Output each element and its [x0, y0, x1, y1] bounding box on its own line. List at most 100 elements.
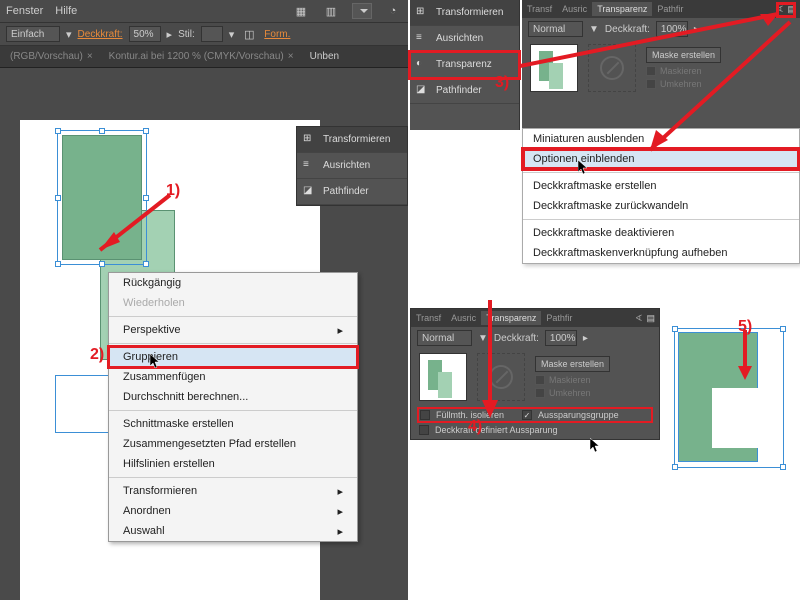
invert-checkbox: Umkehren: [535, 388, 610, 398]
menubar: Fenster Hilfe ▦ ▥ ◔: [0, 0, 408, 22]
make-mask-button[interactable]: Maske erstellen: [646, 47, 721, 63]
menu-hilfe[interactable]: Hilfe: [55, 5, 77, 17]
opacity-label: Deckkraft:: [605, 24, 650, 35]
control-bar: Einfach ▾ Deckkraft: 50% ▸ Stil: ▾ ◫ For…: [0, 22, 408, 46]
pathfinder-icon: ◪: [303, 185, 317, 199]
make-mask-button[interactable]: Maske erstellen: [535, 356, 610, 372]
panel-row-transparenz[interactable]: ◐ Transparenz: [410, 52, 519, 78]
flyout-show-options[interactable]: Optionen einblenden: [523, 149, 799, 169]
transparency-icon: ◐: [416, 58, 430, 72]
ctx-group[interactable]: Gruppieren: [109, 347, 357, 367]
flyout-make-mask[interactable]: Deckkraftmaske erstellen: [523, 176, 799, 196]
style-label: Stil:: [178, 29, 195, 40]
document-tabs: (RGB/Vorschau)× Kontur.ai bei 1200 % (CM…: [0, 46, 408, 68]
flyout-unlink-mask[interactable]: Deckkraftmaskenverknüpfung aufheben: [523, 243, 799, 263]
clip-checkbox: Maskieren: [646, 66, 721, 76]
tab-transf[interactable]: Transf: [522, 2, 557, 16]
tab-transparenz[interactable]: Transparenz: [481, 311, 541, 325]
gauge-icon[interactable]: ◔: [384, 2, 402, 20]
opacity-field[interactable]: 50%: [129, 26, 161, 42]
align-icon[interactable]: ◫: [240, 25, 258, 43]
panel-tabs-2: Transf Ausric Transparenz Pathfir ∢ ▤: [411, 309, 659, 327]
transform-icon: ⊞: [303, 133, 317, 147]
ctx-transform[interactable]: Transformieren: [109, 481, 357, 501]
tab-transf[interactable]: Transf: [411, 311, 446, 325]
align-icon: ≡: [303, 159, 317, 173]
ctx-undo[interactable]: Rückgängig: [109, 273, 357, 293]
isolate-blending-checkbox[interactable]: [420, 410, 430, 420]
no-mask-icon: [489, 365, 513, 389]
mask-thumb-empty[interactable]: [588, 44, 636, 92]
ctx-guides[interactable]: Hilfslinien erstellen: [109, 454, 357, 474]
blend-mode-select[interactable]: Normal: [528, 21, 583, 37]
style-field[interactable]: [201, 26, 223, 42]
selection-bbox: [57, 130, 147, 265]
opacity-field[interactable]: 100%: [656, 21, 688, 37]
panel-flyout-menu: Miniaturen ausblenden Optionen einblende…: [522, 128, 800, 264]
doc-tab-3[interactable]: Unben: [304, 49, 345, 64]
docked-panel-group: ⊞ Transformieren ≡ Ausrichten ◪ Pathfind…: [296, 126, 408, 206]
panel-row-transformieren[interactable]: ⊞ Transformieren: [297, 127, 407, 153]
doc-tab-1[interactable]: (RGB/Vorschau)×: [4, 49, 99, 64]
docked-panel-group-2: ⊞ Transformieren ≡ Ausrichten ◐ Transpar…: [410, 0, 520, 130]
ctx-average[interactable]: Durchschnitt berechnen...: [109, 387, 357, 407]
opacity-field[interactable]: 100%: [545, 330, 577, 346]
ctx-compound[interactable]: Zusammengesetzten Pfad erstellen: [109, 434, 357, 454]
doc-tab-2[interactable]: Kontur.ai bei 1200 % (CMYK/Vorschau)×: [103, 49, 300, 64]
collapse-icon[interactable]: ∢: [776, 4, 784, 15]
pathfinder-icon: ◪: [416, 84, 430, 98]
ctx-join[interactable]: Zusammenfügen: [109, 367, 357, 387]
tab-transparenz[interactable]: Transparenz: [592, 2, 652, 16]
transparency-panel: Transf Ausric Transparenz Pathfir ∢ ▤ No…: [522, 0, 800, 128]
ctx-arrange[interactable]: Anordnen: [109, 501, 357, 521]
bridge-icon[interactable]: ▦: [292, 2, 310, 20]
shape-rect-white[interactable]: [55, 375, 113, 433]
knockout-label: Aussparungsgruppe: [538, 410, 619, 420]
align-icon: ≡: [416, 32, 430, 46]
menu-fenster[interactable]: Fenster: [6, 5, 43, 17]
flyout-release-mask[interactable]: Deckkraftmaske zurückwandeln: [523, 196, 799, 216]
context-menu: Rückgängig Wiederholen Perspektive Grupp…: [108, 272, 358, 542]
layout-icon[interactable]: ▥: [322, 2, 340, 20]
isolate-label: Füllmth. isolieren: [436, 410, 504, 420]
illustrator-main-window: Fenster Hilfe ▦ ▥ ◔ Einfach ▾ Deckkraft:…: [0, 0, 408, 600]
step4-5-region: Transf Ausric Transparenz Pathfir ∢ ▤ No…: [410, 300, 800, 600]
opacity-label: Deckkraft:: [494, 333, 539, 344]
mask-thumb-empty[interactable]: [477, 353, 525, 401]
graphic-style-field[interactable]: Einfach: [6, 26, 60, 42]
tab-pathfir[interactable]: Pathfir: [541, 311, 577, 325]
panel-tabs: Transf Ausric Transparenz Pathfir ∢ ▤: [522, 0, 800, 18]
step3-region: ⊞ Transformieren ≡ Ausrichten ◐ Transpar…: [410, 0, 800, 298]
collapse-icon[interactable]: ∢: [635, 313, 643, 324]
knockout-group-checkbox[interactable]: [522, 410, 532, 420]
tab-pathfir[interactable]: Pathfir: [652, 2, 688, 16]
transparency-panel-expanded: Transf Ausric Transparenz Pathfir ∢ ▤ No…: [410, 308, 660, 440]
panel-row-ausrichten-2[interactable]: ≡ Ausrichten: [410, 26, 519, 52]
ctx-perspective[interactable]: Perspektive: [109, 320, 357, 340]
flyout-hide-thumbs[interactable]: Miniaturen ausblenden: [523, 129, 799, 149]
transparency-thumb[interactable]: [530, 44, 578, 92]
no-mask-icon: [600, 56, 624, 80]
transform-icon: ⊞: [416, 6, 430, 20]
panel-row-pathfinder[interactable]: ◪ Pathfinder: [297, 179, 407, 205]
tab-ausric[interactable]: Ausric: [446, 311, 481, 325]
ctx-clipmask[interactable]: Schnittmaske erstellen: [109, 414, 357, 434]
panel-menu-icon[interactable]: ▤: [787, 4, 796, 15]
panel-row-transformieren-2[interactable]: ⊞ Transformieren: [410, 0, 519, 26]
screen-mode-dropdown[interactable]: [352, 3, 372, 19]
panel-row-ausrichten[interactable]: ≡ Ausrichten: [297, 153, 407, 179]
ctx-redo: Wiederholen: [109, 293, 357, 313]
opacity-label[interactable]: Deckkraft:: [78, 29, 123, 40]
flyout-disable-mask[interactable]: Deckkraftmaske deaktivieren: [523, 223, 799, 243]
transparency-thumb[interactable]: [419, 353, 467, 401]
invert-checkbox: Umkehren: [646, 79, 721, 89]
shape-label[interactable]: Form.: [264, 29, 290, 40]
result-artboard: [672, 308, 798, 498]
panel-menu-icon[interactable]: ▤: [646, 313, 655, 324]
panel-row-pathfinder-2[interactable]: ◪ Pathfinder: [410, 78, 519, 104]
opacity-defines-checkbox[interactable]: [419, 425, 429, 435]
tab-ausric[interactable]: Ausric: [557, 2, 592, 16]
blend-mode-select[interactable]: Normal: [417, 330, 472, 346]
ctx-select[interactable]: Auswahl: [109, 521, 357, 541]
result-selection: [674, 328, 784, 468]
